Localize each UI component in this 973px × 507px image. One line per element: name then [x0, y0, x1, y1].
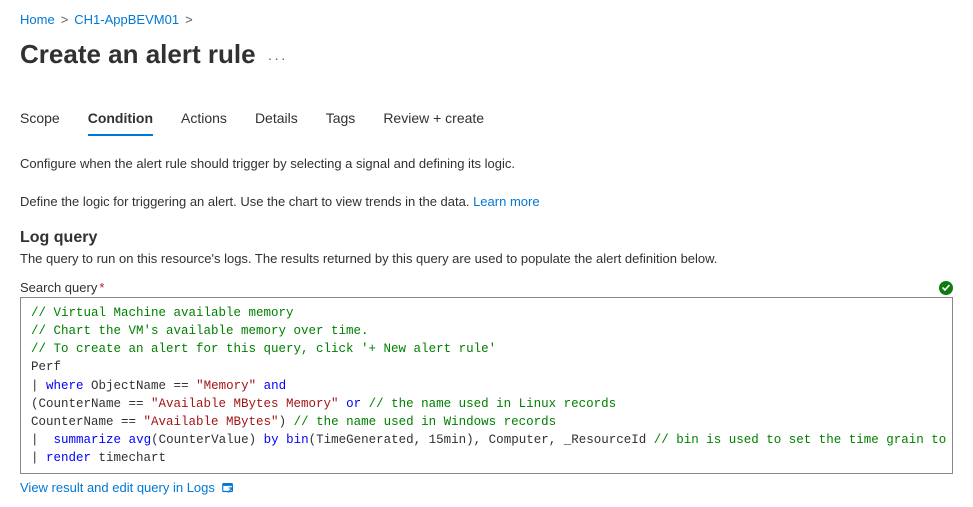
learn-more-link[interactable]: Learn more	[473, 194, 539, 209]
code-identifier: Perf	[31, 360, 61, 374]
tab-actions[interactable]: Actions	[181, 110, 227, 136]
section-title-log-query: Log query	[20, 229, 953, 247]
code-comment: // Chart the VM's available memory over …	[31, 324, 369, 338]
code-comment: // Virtual Machine available memory	[31, 306, 294, 320]
code-text: )	[279, 415, 287, 429]
required-indicator: *	[99, 280, 104, 295]
view-result-link-text: View result and edit query in Logs	[20, 480, 215, 495]
code-string: "Available MBytes Memory"	[151, 397, 339, 411]
tab-review[interactable]: Review + create	[383, 110, 484, 136]
code-pipe: |	[31, 379, 39, 393]
code-text: CounterName ==	[31, 415, 144, 429]
code-text: (CounterValue)	[151, 433, 264, 447]
code-comment: // the name used in Windows records	[294, 415, 557, 429]
chevron-right-icon: >	[61, 12, 69, 27]
section-subtitle-log-query: The query to run on this resource's logs…	[20, 251, 953, 266]
code-keyword: where	[46, 379, 84, 393]
code-comment: // To create an alert for this query, cl…	[31, 342, 496, 356]
code-string: "Memory"	[196, 379, 256, 393]
code-pipe: |	[31, 433, 39, 447]
external-link-icon	[221, 481, 235, 495]
logic-description-text: Define the logic for triggering an alert…	[20, 194, 473, 209]
code-keyword: summarize	[54, 433, 122, 447]
tab-scope[interactable]: Scope	[20, 110, 60, 136]
condition-description: Configure when the alert rule should tri…	[20, 154, 953, 174]
logic-description: Define the logic for triggering an alert…	[20, 192, 953, 212]
code-keyword: and	[264, 379, 287, 393]
code-function: bin	[286, 433, 309, 447]
breadcrumb: Home > CH1-AppBEVM01 >	[20, 12, 953, 27]
breadcrumb-item-vm[interactable]: CH1-AppBEVM01	[74, 12, 179, 27]
page-title: Create an alert rule	[20, 39, 256, 70]
code-keyword: or	[346, 397, 361, 411]
code-comment: // bin is used to set the time grain to …	[654, 433, 953, 447]
code-text: (CounterName ==	[31, 397, 151, 411]
search-query-label: Search query	[20, 280, 97, 295]
breadcrumb-home[interactable]: Home	[20, 12, 55, 27]
code-comment: // the name used in Linux records	[369, 397, 617, 411]
code-keyword: by	[264, 433, 279, 447]
code-string: "Available MBytes"	[144, 415, 279, 429]
code-text: timechart	[91, 451, 166, 465]
tab-tags[interactable]: Tags	[326, 110, 356, 136]
code-pipe: |	[31, 451, 39, 465]
code-function: avg	[129, 433, 152, 447]
search-query-editor[interactable]: // Virtual Machine available memory // C…	[20, 297, 953, 474]
code-keyword: render	[46, 451, 91, 465]
chevron-right-icon: >	[185, 12, 193, 27]
tab-details[interactable]: Details	[255, 110, 298, 136]
valid-check-icon	[939, 281, 953, 295]
view-result-link[interactable]: View result and edit query in Logs	[20, 480, 235, 495]
tabs: Scope Condition Actions Details Tags Rev…	[20, 110, 953, 136]
code-text: (TimeGenerated, 15min), Computer, _Resou…	[309, 433, 654, 447]
more-actions-button[interactable]: ···	[268, 44, 288, 66]
tab-condition[interactable]: Condition	[88, 110, 153, 136]
page-header: Create an alert rule ···	[20, 39, 953, 70]
code-text: ObjectName ==	[84, 379, 197, 393]
